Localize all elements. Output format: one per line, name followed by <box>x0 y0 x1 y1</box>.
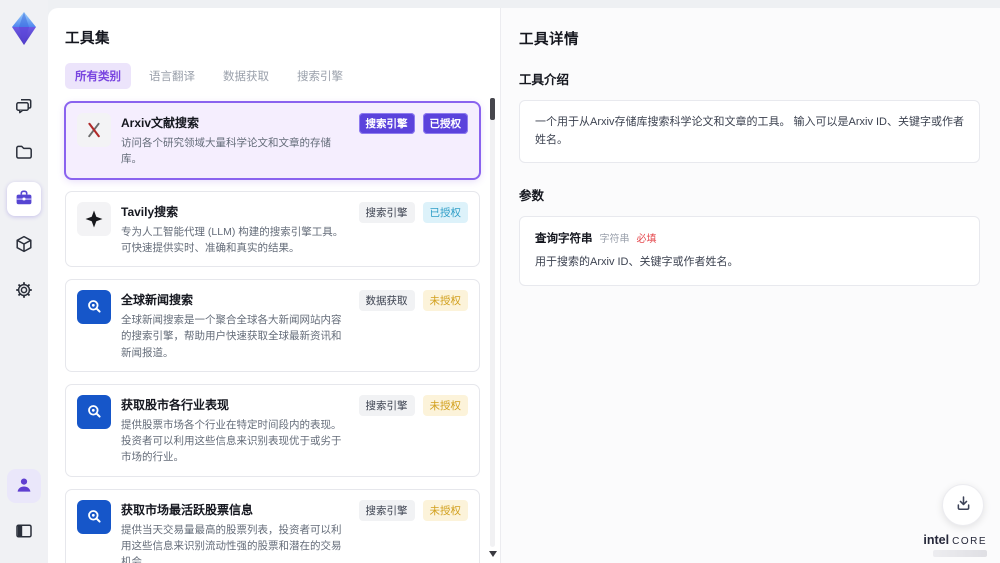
param-box: 查询字符串 字符串 必填 用于搜索的Arxiv ID、关键字或作者姓名。 <box>519 216 980 286</box>
tab-all-categories[interactable]: 所有类别 <box>65 63 131 89</box>
app-window: 工具集 所有类别 语言翻译 数据获取 搜索引擎 Arxiv文献搜索 访问各个研究… <box>0 0 1000 563</box>
sidebar-item-profile[interactable] <box>7 469 41 503</box>
tool-list: Arxiv文献搜索 访问各个研究领域大量科学论文和文章的存储库。 搜索引擎 已授… <box>65 102 494 563</box>
scrollbar-track[interactable] <box>489 98 497 557</box>
param-description: 用于搜索的Arxiv ID、关键字或作者姓名。 <box>535 256 739 269</box>
param-type: 字符串 <box>599 234 630 246</box>
status-badge: 未授权 <box>422 394 468 416</box>
category-badge: 数据获取 <box>358 290 415 312</box>
package-icon <box>14 234 34 257</box>
scrollbar-thumb[interactable] <box>490 98 495 120</box>
sidebar-item-chat[interactable] <box>7 90 41 124</box>
tavily-star-icon <box>77 201 111 236</box>
status-badge: 未授权 <box>422 290 468 312</box>
status-badge: 未授权 <box>422 499 468 521</box>
sidebar-item-toolbox[interactable] <box>7 182 41 216</box>
news-search-icon <box>77 290 111 325</box>
tab-language-translation[interactable]: 语言翻译 <box>139 63 205 89</box>
category-badge: 搜索引擎 <box>358 201 415 223</box>
sidebar-bottom <box>7 463 41 555</box>
params-heading: 参数 <box>519 189 545 204</box>
download-button[interactable] <box>942 484 984 526</box>
panel-toggle-icon <box>14 521 34 544</box>
status-badge: 已授权 <box>422 113 468 134</box>
tool-name: 全球新闻搜索 <box>121 293 194 308</box>
tool-description: 专为人工智能代理 (LLM) 构建的搜索引擎工具。可快速提供实时、准确和真实的结… <box>121 225 344 254</box>
tools-panel: 工具集 所有类别 语言翻译 数据获取 搜索引擎 Arxiv文献搜索 访问各个研究… <box>48 8 500 563</box>
category-badge: 搜索引擎 <box>358 113 415 134</box>
intro-text: 一个用于从Arxiv存储库搜索科学论文和文章的工具。 输入可以是Arxiv ID… <box>535 116 964 146</box>
tab-data-acquisition[interactable]: 数据获取 <box>213 63 279 89</box>
category-tabs: 所有类别 语言翻译 数据获取 搜索引擎 <box>65 63 494 89</box>
param-name: 查询字符串 <box>535 233 593 246</box>
tool-card-tavily[interactable]: Tavily搜索 专为人工智能代理 (LLM) 构建的搜索引擎工具。可快速提供实… <box>65 190 480 268</box>
detail-title: 工具详情 <box>519 32 579 48</box>
tool-card-sector-performance[interactable]: 获取股市各行业表现 提供股票市场各个行业在特定时间段内的表现。投资者可以利用这些… <box>65 383 480 477</box>
download-icon <box>954 494 973 516</box>
sidebar-item-collapse[interactable] <box>7 515 41 549</box>
category-badge: 搜索引擎 <box>358 499 415 521</box>
tool-detail-panel: 工具详情 工具介绍 一个用于从Arxiv存储库搜索科学论文和文章的工具。 输入可… <box>500 8 1000 563</box>
tool-name: 获取股市各行业表现 <box>121 397 230 412</box>
tool-description: 全球新闻搜索是一个聚合全球各大新闻网站内容的搜索引擎，帮助用户快速获取全球最新资… <box>121 314 342 359</box>
sidebar-item-settings[interactable] <box>7 274 41 308</box>
sidebar-item-packages[interactable] <box>7 228 41 262</box>
tool-description: 访问各个研究领域大量科学论文和文章的存储库。 <box>121 137 331 166</box>
tool-name: Tavily搜索 <box>121 204 179 219</box>
category-badge: 搜索引擎 <box>358 394 415 416</box>
status-badge: 已授权 <box>422 201 468 223</box>
intro-box: 一个用于从Arxiv存储库搜索科学论文和文章的工具。 输入可以是Arxiv ID… <box>519 100 980 164</box>
news-search-icon <box>77 499 111 534</box>
news-search-icon <box>77 394 111 429</box>
tool-name: Arxiv文献搜索 <box>121 116 200 130</box>
sidebar-nav <box>7 84 41 314</box>
tab-search-engine[interactable]: 搜索引擎 <box>287 63 353 89</box>
sidebar-item-files[interactable] <box>7 136 41 170</box>
user-icon <box>14 475 34 498</box>
intel-core-logo: intel CORE <box>923 533 987 557</box>
sidebar <box>0 0 48 563</box>
tool-description: 提供股票市场各个行业在特定时间段内的表现。投资者可以利用这些信息来识别表现优于或… <box>121 418 342 464</box>
toolbox-icon <box>14 188 34 211</box>
chat-icon <box>14 96 34 119</box>
tool-name: 获取市场最活跃股票信息 <box>121 502 254 517</box>
intel-ultra-watermark <box>933 550 987 557</box>
intel-brand-text: intel <box>923 533 950 548</box>
main-content: 工具集 所有类别 语言翻译 数据获取 搜索引擎 Arxiv文献搜索 访问各个研究… <box>48 8 1000 563</box>
folder-icon <box>14 142 34 165</box>
arxiv-logo-icon <box>77 113 111 147</box>
tool-card-active-stocks[interactable]: 获取市场最活跃股票信息 提供当天交易量最高的股票列表，投资者可以利用这些信息来识… <box>65 488 480 563</box>
scrollbar-down-arrow[interactable] <box>489 551 497 557</box>
param-required-badge: 必填 <box>636 234 657 246</box>
intro-heading: 工具介绍 <box>519 73 570 87</box>
tool-card-global-news[interactable]: 全球新闻搜索 全球新闻搜索是一个聚合全球各大新闻网站内容的搜索引擎，帮助用户快速… <box>65 279 480 372</box>
intel-core-text: CORE <box>952 536 987 548</box>
page-title: 工具集 <box>65 31 110 47</box>
gear-icon <box>14 280 34 303</box>
app-logo-icon <box>5 8 43 50</box>
tool-card-arxiv[interactable]: Arxiv文献搜索 访问各个研究领域大量科学论文和文章的存储库。 搜索引擎 已授… <box>65 102 480 179</box>
tool-description: 提供当天交易量最高的股票列表，投资者可以利用这些信息来识别流动性强的股票和潜在的… <box>121 523 342 563</box>
